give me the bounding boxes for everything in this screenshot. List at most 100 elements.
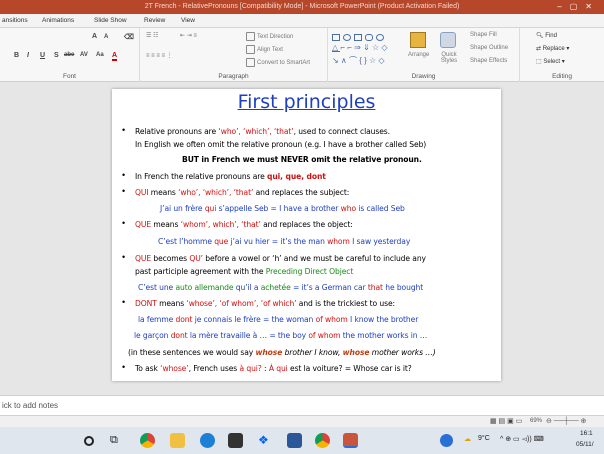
shape-outline-button[interactable]: Shape Outline xyxy=(470,45,508,51)
edge-icon[interactable] xyxy=(200,433,215,448)
find-icon: 🔍︎ xyxy=(536,33,544,39)
oval-shape-icon[interactable] xyxy=(343,34,351,41)
strikethrough-button[interactable]: abe xyxy=(64,52,74,58)
smartart-button[interactable]: Convert to SmartArt xyxy=(246,58,310,67)
text-line-3[interactable]: BUT in French we must NEVER omit the rel… xyxy=(182,155,422,164)
char-spacing-button[interactable]: AV xyxy=(80,52,88,58)
change-case-button[interactable]: Aa xyxy=(96,52,104,58)
indent-icon[interactable]: ⇤ ⇥ ≡ xyxy=(180,32,197,39)
text-line-8[interactable]: C’est l’homme que j’ai vu hier = it’s th… xyxy=(158,237,410,246)
powerpoint-icon[interactable] xyxy=(343,433,358,448)
dropbox-icon[interactable]: ❖ xyxy=(258,433,273,448)
quick-styles-icon xyxy=(440,32,456,48)
italic-button[interactable]: I xyxy=(27,52,29,59)
weather-temp[interactable]: 9°C xyxy=(478,435,490,442)
bullet: • xyxy=(122,252,126,262)
shape-row-3-icon[interactable]: ↘ ∧ ⌒ { } ☆ ◇ xyxy=(332,55,385,66)
arrange-icon xyxy=(410,32,426,48)
text-line-7[interactable]: QUE means ‘whom’, which’, ‘that’ and rep… xyxy=(135,220,353,229)
bold-button[interactable]: B xyxy=(14,52,19,59)
drawing-group: △ ⌐ ⌐ ⇒ ⇓ ☆ ◇ ↘ ∧ ⌒ { } ☆ ◇ Arrange Quic… xyxy=(328,28,520,82)
rectangle-shape-icon[interactable] xyxy=(332,34,340,41)
notes-pane[interactable]: ick to add notes xyxy=(0,395,604,415)
text-line-6[interactable]: J’ai un frère qui s’appelle Seb = I have… xyxy=(160,204,405,213)
underline-button[interactable]: U xyxy=(40,52,45,59)
bullet: • xyxy=(122,218,126,228)
bullet: • xyxy=(122,186,126,196)
find-button[interactable]: 🔍︎ Find xyxy=(536,32,557,39)
zoom-slider[interactable]: ⊖ ──┼── ⊕ xyxy=(546,417,586,425)
bullets-icon[interactable]: ☰ ☷ xyxy=(146,32,158,39)
bullet: • xyxy=(122,362,126,372)
text-direction-icon xyxy=(246,32,255,41)
notes-placeholder: ick to add notes xyxy=(2,401,59,410)
font-color-button[interactable]: A xyxy=(112,52,118,61)
zoom-level[interactable]: 69% xyxy=(530,418,542,424)
ribbon-tabs: ansitions Animations Slide Show Review V… xyxy=(0,14,604,28)
search-icon[interactable] xyxy=(84,436,94,446)
shape-fill-button[interactable]: Shape Fill xyxy=(470,32,497,38)
shape-effects-button[interactable]: Shape Effects xyxy=(470,58,507,64)
ribbon: A A ⌫ B I U S abe AV Aa A Font ☰ ☷ ⇤ ⇥ ≡… xyxy=(0,28,604,82)
align-icons[interactable]: ≡ ≡ ≡ ≡ ⋮ xyxy=(146,52,173,59)
tab-slide-show[interactable]: Slide Show xyxy=(94,17,127,24)
rectangle-shape-icon[interactable] xyxy=(354,34,362,41)
quick-styles-button[interactable]: Quick Styles xyxy=(437,52,461,64)
clear-format-icon[interactable]: ⌫ xyxy=(124,33,134,41)
help-icon[interactable] xyxy=(440,434,453,447)
store-icon[interactable] xyxy=(228,433,243,448)
text-line-11[interactable]: C’est une auto allemande qu’il a achetée… xyxy=(138,283,423,292)
word-icon[interactable] xyxy=(287,433,302,448)
text-line-4[interactable]: In French the relative pronouns are qui,… xyxy=(135,172,326,181)
font-group-label: Font xyxy=(62,73,76,80)
window-title: 2T French - RelativePronouns [Compatibil… xyxy=(144,3,460,10)
text-line-16[interactable]: To ask ‘whose’, French uses à qui? : À q… xyxy=(135,364,412,373)
rounded-rect-shape-icon[interactable] xyxy=(365,34,373,41)
window-controls[interactable]: –▢✕ xyxy=(557,0,600,14)
bullet: • xyxy=(122,170,126,180)
replace-button[interactable]: ⇄ Replace ▾ xyxy=(536,45,569,52)
chrome-icon[interactable] xyxy=(140,433,155,448)
smartart-icon xyxy=(246,58,255,67)
tab-view[interactable]: View xyxy=(181,17,195,24)
text-line-13[interactable]: la femme dont je connais le frère = the … xyxy=(138,315,418,324)
chrome-icon[interactable] xyxy=(315,433,330,448)
align-text-icon xyxy=(246,45,255,54)
file-explorer-icon[interactable] xyxy=(170,433,185,448)
text-line-12[interactable]: DONT means ‘whose’, ‘of whom’, ‘of which… xyxy=(135,299,395,308)
tab-review[interactable]: Review xyxy=(144,17,165,24)
slide-title[interactable]: First principles xyxy=(112,91,501,113)
shape-row-2-icon[interactable]: △ ⌐ ⌐ ⇒ ⇓ ☆ ◇ xyxy=(332,43,388,52)
text-line-10[interactable]: past participle agreement with the Prece… xyxy=(135,267,353,276)
grow-font-button[interactable]: A xyxy=(92,33,97,40)
select-button[interactable]: ⬚ Select ▾ xyxy=(536,58,565,65)
slide-editor: First principles • Relative pronouns are… xyxy=(0,83,604,395)
view-buttons[interactable]: ▦ ▤ ▣ ▭ xyxy=(490,417,522,425)
window-title-bar: 2T French - RelativePronouns [Compatibil… xyxy=(0,0,604,14)
drawing-group-label: Drawing xyxy=(411,73,436,80)
slide-canvas[interactable]: First principles • Relative pronouns are… xyxy=(112,89,501,381)
text-line-9[interactable]: QUE becomes QU’ before a vowel or ‘h’ an… xyxy=(135,254,426,263)
shrink-font-button[interactable]: A xyxy=(104,34,108,40)
text-line-1[interactable]: Relative pronouns are ‘who’, ‘which’, ‘t… xyxy=(135,127,390,136)
text-line-2[interactable]: In English we often omit the relative pr… xyxy=(135,140,426,149)
tab-animations[interactable]: Animations xyxy=(42,17,74,24)
tab-transitions[interactable]: ansitions xyxy=(2,17,28,24)
align-text-button[interactable]: Align Text xyxy=(246,45,283,54)
weather-icon[interactable]: ☁ xyxy=(464,435,471,443)
tray-icons[interactable]: ^ ⊕ ▭ ◅)) ⌨ xyxy=(500,435,544,443)
shadow-button[interactable]: S xyxy=(54,52,59,59)
text-line-15[interactable]: (in these sentences we would say whose b… xyxy=(128,348,436,357)
arrange-button[interactable]: Arrange xyxy=(408,52,429,58)
text-line-5[interactable]: QUI means ‘who’, ‘which’, ‘that’ and rep… xyxy=(135,188,349,197)
clock-time[interactable]: 16:1 xyxy=(580,430,593,437)
paragraph-group-label: Paragraph xyxy=(218,73,249,80)
select-icon: ⬚ xyxy=(536,59,542,65)
circle-shape-icon[interactable] xyxy=(376,34,384,41)
text-direction-button[interactable]: Text Direction xyxy=(246,32,293,41)
task-view-icon[interactable]: ⧉ xyxy=(110,434,125,449)
editing-group: 🔍︎ Find ⇄ Replace ▾ ⬚ Select ▾ Editing xyxy=(520,28,604,82)
clock-date[interactable]: 05/11/ xyxy=(576,441,594,448)
text-line-14[interactable]: le garçon dont la mère travaille à … = t… xyxy=(134,331,427,340)
bullet: • xyxy=(122,125,126,135)
